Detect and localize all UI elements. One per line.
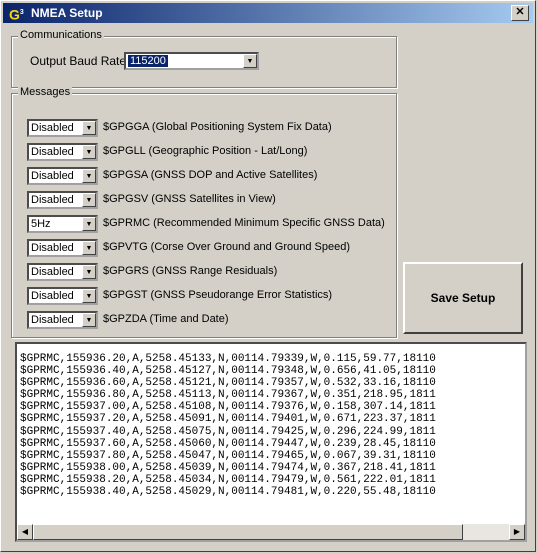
message-rate-value: Disabled: [31, 122, 74, 134]
communications-group-label: Communications: [18, 29, 104, 41]
message-label: $GPGRS (GNSS Range Residuals): [103, 265, 278, 277]
chevron-down-icon[interactable]: ▼: [243, 54, 257, 68]
nmea-setup-window: G3 NMEA Setup ✕ Communications Output Ba…: [0, 0, 536, 552]
chevron-down-icon[interactable]: ▼: [82, 169, 96, 183]
messages-group: Messages Disabled ▼ $GPGGA (Global Positio…: [11, 86, 397, 338]
message-rate-value: Disabled: [31, 146, 74, 158]
chevron-down-icon[interactable]: ▼: [82, 193, 96, 207]
log-line: $GPRMC,155936.40,A,5258.45127,N,00114.79…: [20, 365, 436, 378]
message-label: $GPGLL (Geographic Position - Lat/Long): [103, 145, 308, 157]
title-bar[interactable]: G3 NMEA Setup ✕: [3, 3, 533, 23]
close-button[interactable]: ✕: [511, 5, 529, 21]
message-rate-select[interactable]: 5Hz ▼: [27, 215, 98, 233]
nmea-log-output[interactable]: $GPRMC,155936.20,A,5258.45133,N,00114.79…: [15, 342, 527, 542]
baud-rate-select[interactable]: 115200 ▼: [124, 52, 259, 70]
message-rate-value: Disabled: [31, 290, 74, 302]
log-line: $GPRMC,155937.20,A,5258.45091,N,00114.79…: [20, 413, 436, 426]
log-line: $GPRMC,155937.60,A,5258.45060,N,00114.79…: [20, 437, 436, 450]
chevron-down-icon[interactable]: ▼: [82, 217, 96, 231]
message-rate-select[interactable]: Disabled ▼: [27, 143, 98, 161]
communications-group: Communications Output Baud Rate 115200 ▼: [11, 29, 397, 88]
message-rate-select[interactable]: Disabled ▼: [27, 263, 98, 281]
message-rate-select[interactable]: Disabled ▼: [27, 191, 98, 209]
message-label: $GPRMC (Recommended Minimum Specific GNS…: [103, 217, 385, 229]
save-setup-button[interactable]: Save Setup: [403, 262, 523, 334]
baud-rate-value: 115200: [128, 55, 168, 67]
horizontal-scrollbar[interactable]: ◀ ▶: [17, 524, 525, 540]
message-rate-select[interactable]: Disabled ▼: [27, 167, 98, 185]
log-line: $GPRMC,155936.60,A,5258.45121,N,00114.79…: [20, 377, 436, 390]
log-line: $GPRMC,155938.20,A,5258.45034,N,00114.79…: [20, 473, 436, 486]
log-line: $GPRMC,155937.00,A,5258.45108,N,00114.79…: [20, 401, 436, 414]
message-label: $GPZDA (Time and Date): [103, 313, 229, 325]
message-rate-value: Disabled: [31, 194, 74, 206]
message-label: $GPGSV (GNSS Satellites in View): [103, 193, 276, 205]
message-rate-value: Disabled: [31, 314, 74, 326]
chevron-down-icon[interactable]: ▼: [82, 145, 96, 159]
message-rate-value: Disabled: [31, 242, 74, 254]
chevron-down-icon[interactable]: ▼: [82, 313, 96, 327]
message-rate-select[interactable]: Disabled ▼: [27, 311, 98, 329]
log-lines: $GPRMC,155936.20,A,5258.45133,N,00114.79…: [20, 353, 520, 498]
messages-group-label: Messages: [18, 86, 73, 98]
message-rate-value: Disabled: [31, 266, 74, 278]
log-line: $GPRMC,155937.80,A,5258.45047,N,00114.79…: [20, 449, 436, 462]
chevron-down-icon[interactable]: ▼: [82, 289, 96, 303]
chevron-down-icon[interactable]: ▼: [82, 241, 96, 255]
message-label: $GPGSA (GNSS DOP and Active Satellites): [103, 169, 318, 181]
message-rate-select[interactable]: Disabled ▼: [27, 239, 98, 257]
chevron-down-icon[interactable]: ▼: [82, 265, 96, 279]
scroll-right-icon[interactable]: ▶: [509, 524, 525, 540]
log-line: $GPRMC,155938.40,A,5258.45029,N,00114.79…: [20, 486, 436, 499]
log-line: $GPRMC,155936.80,A,5258.45113,N,00114.79…: [20, 389, 436, 402]
message-label: $GPGST (GNSS Pseudorange Error Statistic…: [103, 289, 333, 301]
message-rate-value: 5Hz: [31, 218, 51, 230]
log-line: $GPRMC,155938.00,A,5258.45039,N,00114.79…: [20, 461, 436, 474]
message-rate-value: Disabled: [31, 170, 74, 182]
message-label: $GPGGA (Global Positioning System Fix Da…: [103, 121, 332, 133]
log-line: $GPRMC,155936.20,A,5258.45133,N,00114.79…: [20, 353, 436, 365]
message-rate-select[interactable]: Disabled ▼: [27, 119, 98, 137]
log-line: $GPRMC,155937.40,A,5258.45075,N,00114.79…: [20, 425, 436, 438]
message-label: $GPVTG (Corse Over Ground and Ground Spe…: [103, 241, 351, 253]
message-rate-select[interactable]: Disabled ▼: [27, 287, 98, 305]
scroll-left-icon[interactable]: ◀: [17, 524, 33, 540]
baud-rate-label: Output Baud Rate: [30, 54, 127, 68]
scrollbar-thumb[interactable]: [33, 524, 463, 540]
window-title: NMEA Setup: [31, 6, 103, 20]
g3-app-icon: G3: [9, 6, 24, 23]
chevron-down-icon[interactable]: ▼: [82, 121, 96, 135]
